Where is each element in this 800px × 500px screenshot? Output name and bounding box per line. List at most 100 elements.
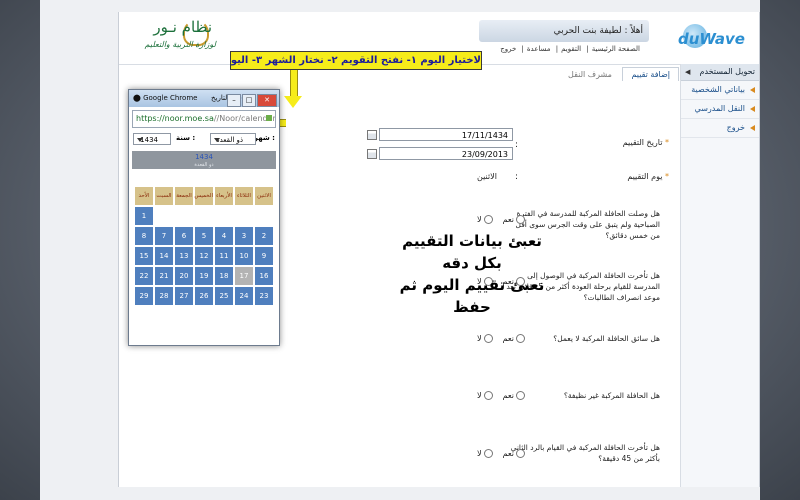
popup-titlebar: ⬤ Google Chrome اختر التاريخ –□✕ [129, 90, 279, 107]
calendar-empty-cell [254, 206, 274, 226]
answer-no-5[interactable]: لا [477, 449, 493, 458]
sidebar-item-profile[interactable]: بياناتي الشخصية [681, 81, 759, 100]
date-label: * تاريخ التقييم [622, 138, 669, 147]
calendar-day[interactable]: 21 [154, 266, 174, 286]
answer-yes-4[interactable]: نعم [503, 391, 525, 400]
maximize-icon[interactable]: □ [242, 94, 256, 107]
calendar-week-row: 2345678 [134, 226, 274, 246]
answer-yes-3[interactable]: نعم [503, 334, 525, 343]
answer-group-4: نعم لا [467, 391, 525, 400]
day-label: * يوم التقييم [627, 172, 669, 181]
calendar-day[interactable]: 10 [234, 246, 254, 266]
calendar-day[interactable]: 4 [214, 226, 234, 246]
answer-yes-1[interactable]: نعم [503, 215, 525, 224]
window-controls: – □ ✕ [226, 92, 277, 109]
year-select[interactable]: 1434 [133, 133, 171, 145]
sidebar-header-label: تحويل المستخدم [699, 67, 755, 76]
answer-no-1[interactable]: لا [477, 215, 493, 224]
calendar-day[interactable]: 29 [134, 286, 154, 306]
calendar-day[interactable]: 15 [134, 246, 154, 266]
calendar-day[interactable]: 18 [214, 266, 234, 286]
tab-transport-supervisor[interactable]: مشرف النقل [560, 68, 620, 81]
answer-yes-5[interactable]: نعم [503, 449, 525, 458]
calendar-day[interactable]: 3 [234, 226, 254, 246]
browser-screen: duWave أهلاً : لطيفة بنت الحربي الصفحة ا… [40, 0, 760, 500]
year-label: سنة : [176, 134, 196, 142]
calendar-day[interactable]: 20 [174, 266, 194, 286]
calendar-day[interactable]: 27 [174, 286, 194, 306]
calendar-day[interactable]: 5 [194, 226, 214, 246]
calendar-day[interactable]: 16 [254, 266, 274, 286]
calendar-day[interactable]: 23 [254, 286, 274, 306]
calendar-day[interactable]: 6 [174, 226, 194, 246]
calendar-day[interactable]: 7 [154, 226, 174, 246]
link-help[interactable]: مساعدة [527, 45, 551, 53]
month-label: شهر : [253, 134, 275, 142]
url-host: https://noor.moe.sa [136, 114, 214, 123]
noor-logo: نظام نـور لوزارة التربية والتعليم [123, 18, 218, 58]
tab-add-evaluation[interactable]: إضافة تقييم [622, 67, 679, 81]
question-5: هل تأخرت الحافلة المركبة في القيام بالرد… [510, 443, 660, 463]
sidebar-header[interactable]: ◀ تحويل المستخدم [681, 64, 759, 81]
calendar-month: ذو القعدة [194, 162, 214, 168]
weekday-header: السبت [154, 186, 174, 206]
question-4: هل الحافلة المركبة غير نظيفة؟ [563, 391, 660, 400]
calendar-day[interactable]: 28 [154, 286, 174, 306]
answer-group-1: نعم لا [467, 215, 525, 224]
collapse-arrow-icon[interactable]: ◀ [685, 64, 690, 80]
eduwave-logo: duWave [677, 18, 751, 58]
calendar-day[interactable]: 25 [214, 286, 234, 306]
weekday-header: الاثنين [254, 186, 274, 206]
calendar-day[interactable]: 8 [134, 226, 154, 246]
weekday-header: الأربعاء [214, 186, 234, 206]
link-home[interactable]: الصفحة الرئيسية [592, 45, 640, 53]
link-calendar[interactable]: التقويم [561, 45, 581, 53]
calendar-week-row: 1 [134, 206, 274, 226]
calendar-empty-cell [214, 206, 234, 226]
date-picker-popup: ⬤ Google Chrome اختر التاريخ –□✕ https:/… [128, 89, 280, 346]
calendar-day[interactable]: 11 [214, 246, 234, 266]
answer-group-3: نعم لا [467, 334, 525, 343]
question-3: هل سائق الحافلة المركبة لا يعمل؟ [553, 334, 660, 343]
calendar-day[interactable]: 19 [194, 266, 214, 286]
calendar-week-row: 9 10 11 12 13 14 15 [134, 246, 274, 266]
weekday-header: الأحد [134, 186, 154, 206]
hijri-calendar-icon[interactable] [367, 130, 377, 140]
gregorian-date-input[interactable]: 23/09/2013 [379, 147, 513, 160]
eduwave-brand: duWave [677, 30, 745, 48]
calendar-header: 1434 ذو القعدة [132, 151, 276, 169]
content-tabs: إضافة تقييم مشرف النقل [560, 67, 679, 83]
calendar-day[interactable]: 26 [194, 286, 214, 306]
calendar-day[interactable]: 22 [134, 266, 154, 286]
top-links: الصفحة الرئيسية| التقويم| مساعدة| خروج [500, 45, 640, 53]
link-logout[interactable]: خروج [500, 45, 516, 53]
popup-url-bar[interactable]: https://noor.moe.sa//Noor/calendar.asp [132, 110, 276, 128]
calendar-day[interactable]: 2 [254, 226, 274, 246]
sidebar-item-logout[interactable]: خروج [681, 119, 759, 138]
month-select[interactable]: ذو القعدة [210, 133, 256, 145]
answer-no-4[interactable]: لا [477, 391, 493, 400]
right-sidebar: ◀ تحويل المستخدم بياناتي الشخصية النقل ا… [680, 64, 759, 487]
instruction-banner: لاختيار اليوم ١- نفتح التقويم ٢- نختار ا… [230, 51, 482, 70]
calendar-day[interactable]: 1 [134, 206, 154, 226]
noor-subtitle: لوزارة التربية والتعليم [144, 40, 216, 49]
answer-no-3[interactable]: لا [477, 334, 493, 343]
noor-title: نظام نـور [153, 18, 212, 36]
calendar-day[interactable]: 13 [174, 246, 194, 266]
answer-group-5: نعم لا [467, 449, 525, 458]
weekday-header: الثلاثاء [234, 186, 254, 206]
calendar-day[interactable]: 9 [254, 246, 274, 266]
hijri-date-input[interactable]: 17/11/1434 [379, 128, 513, 141]
month-year-selectors: شهر : ذو القعدة سنة : 1434 [132, 131, 276, 149]
lock-icon [266, 115, 272, 121]
day-colon: : [515, 172, 519, 182]
close-icon[interactable]: ✕ [257, 94, 277, 107]
sidebar-item-transport[interactable]: النقل المدرسي [681, 100, 759, 119]
weekday-header: الجمعة [174, 186, 194, 206]
minimize-icon[interactable]: – [227, 94, 241, 107]
gregorian-calendar-icon[interactable] [367, 149, 377, 159]
calendar-day[interactable]: 24 [234, 286, 254, 306]
calendar-day[interactable]: 12 [194, 246, 214, 266]
calendar-day[interactable]: 14 [154, 246, 174, 266]
calendar-day-selected[interactable]: 17 [234, 266, 254, 286]
